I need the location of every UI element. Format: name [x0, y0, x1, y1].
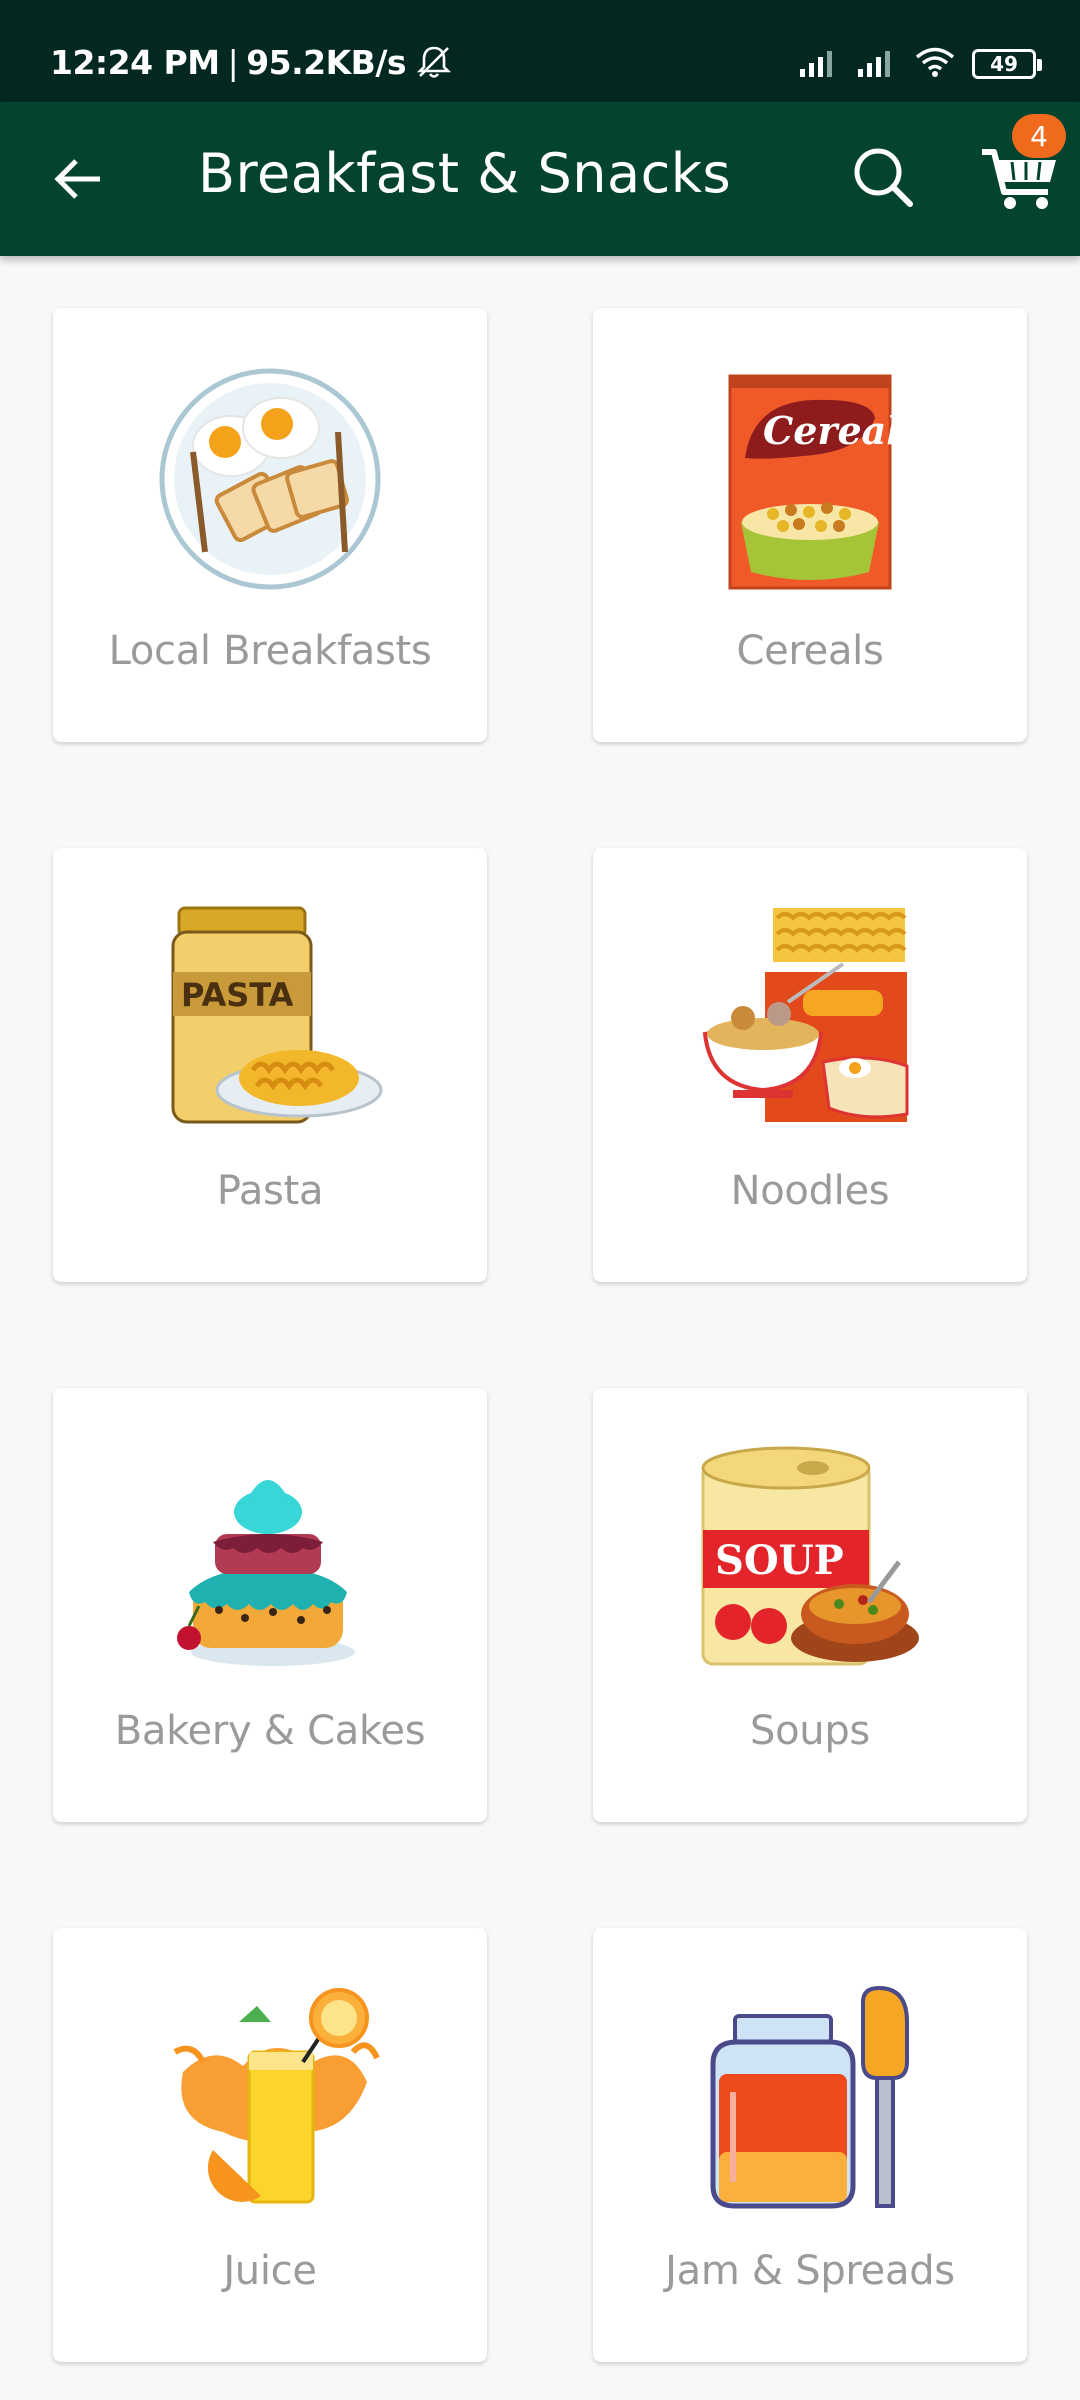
category-label: Jam & Spreads — [665, 2248, 955, 2294]
svg-text:SOUP: SOUP — [715, 1537, 844, 1584]
category-card-jam-spreads[interactable]: Jam & Spreads — [593, 1928, 1027, 2362]
category-card-juice[interactable]: Juice — [53, 1928, 487, 2362]
category-label: Bakery & Cakes — [114, 1708, 426, 1754]
category-card-noodles[interactable]: Noodles — [593, 848, 1027, 1282]
noodles-icon — [693, 902, 927, 1136]
pasta-jar-icon: PASTA — [153, 902, 387, 1136]
svg-text:PASTA: PASTA — [181, 976, 294, 1014]
category-card-cereals[interactable]: Cereal Cereals — [593, 308, 1027, 742]
category-label: Pasta — [216, 1168, 324, 1214]
category-label: Juice — [223, 2248, 317, 2294]
category-label: Local Breakfasts — [108, 628, 432, 674]
category-card-soups[interactable]: SOUP Soups — [593, 1388, 1027, 1822]
category-label: Cereals — [736, 628, 884, 674]
svg-text:Cereal: Cereal — [763, 408, 901, 453]
juice-glass-icon — [153, 1982, 387, 2216]
category-label: Noodles — [730, 1168, 890, 1214]
jam-jar-icon — [693, 1982, 927, 2216]
cereal-box-icon: Cereal — [693, 362, 927, 596]
category-grid: Local Breakfasts Cereal Cereals PASTA Pa… — [0, 0, 1080, 2400]
category-card-bakery-cakes[interactable]: Bakery & Cakes — [53, 1388, 487, 1822]
cake-icon — [153, 1442, 387, 1676]
category-card-local-breakfasts[interactable]: Local Breakfasts — [53, 308, 487, 742]
soup-can-icon: SOUP — [693, 1442, 927, 1676]
category-card-pasta[interactable]: PASTA Pasta — [53, 848, 487, 1282]
breakfast-plate-icon — [153, 362, 387, 596]
category-label: Soups — [750, 1708, 870, 1754]
